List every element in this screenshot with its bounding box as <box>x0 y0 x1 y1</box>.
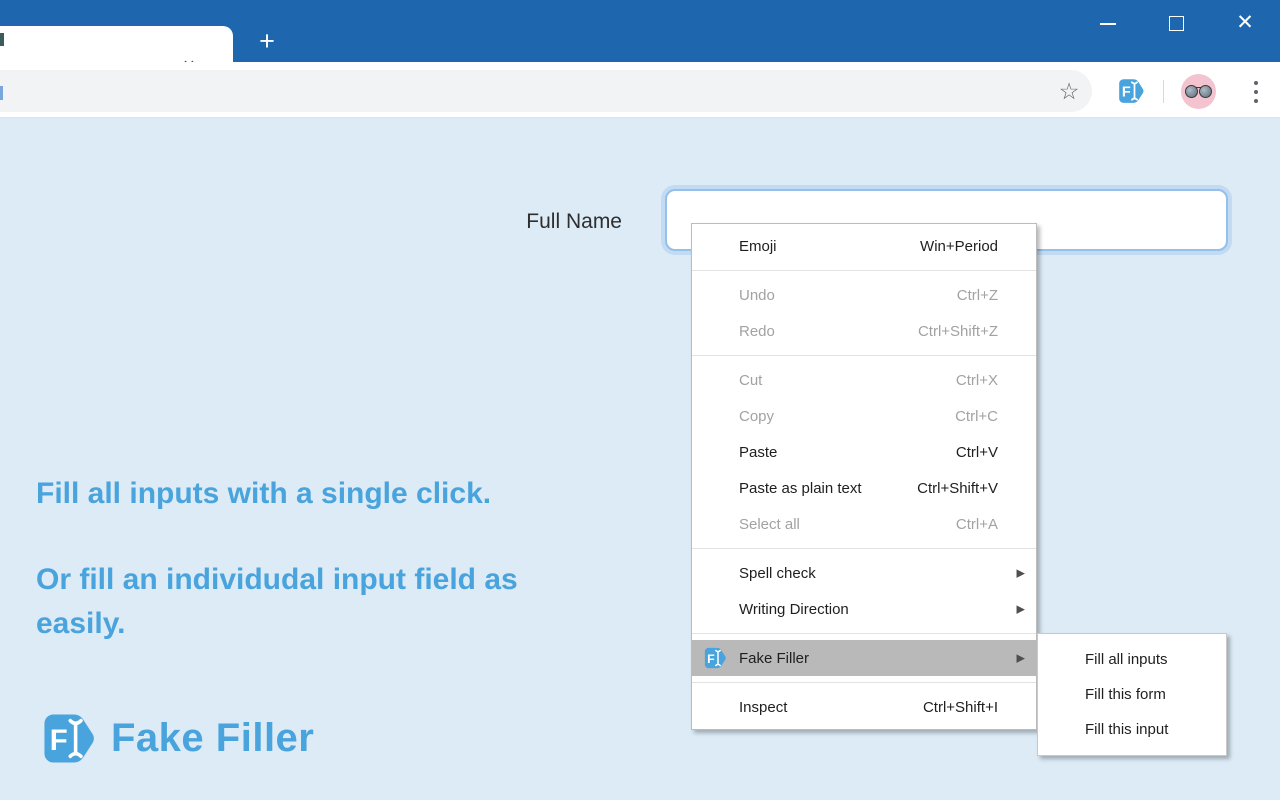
menu-item-select-all[interactable]: Select all Ctrl+A <box>692 506 1036 542</box>
submenu-arrow-icon: ▶ <box>1017 603 1025 616</box>
submenu-item-fill-all-inputs[interactable]: Fill all inputs <box>1038 642 1226 677</box>
profile-avatar[interactable] <box>1181 74 1216 109</box>
fake-filler-menu-icon: F <box>703 646 727 670</box>
context-menu: Emoji Win+Period Undo Ctrl+Z Redo Ctrl+S… <box>691 223 1037 730</box>
menu-item-emoji[interactable]: Emoji Win+Period <box>692 228 1036 264</box>
browser-toolbar: ☆ <box>0 62 1280 118</box>
menu-item-inspect[interactable]: Inspect Ctrl+Shift+I <box>692 689 1036 725</box>
fake-filler-logo-icon: F <box>40 710 97 767</box>
window-close-button[interactable]: ✕ <box>1222 0 1268 46</box>
toolbar-separator <box>1163 80 1164 103</box>
fake-filler-extension-icon[interactable]: F <box>1117 77 1145 105</box>
menu-item-copy[interactable]: Copy Ctrl+C <box>692 398 1036 434</box>
submenu-item-fill-this-input[interactable]: Fill this input <box>1038 712 1226 747</box>
page-content: Full Name Fill all inputs with a single … <box>0 118 1280 800</box>
menu-item-paste[interactable]: Paste Ctrl+V <box>692 434 1036 470</box>
menu-item-fake-filler[interactable]: F Fake Filler ▶ <box>692 640 1036 676</box>
browser-titlebar: × + ✕ <box>0 0 1280 62</box>
fake-filler-brand: F Fake Filler <box>40 710 314 767</box>
browser-tab-active[interactable]: × <box>0 26 233 62</box>
svg-text:F: F <box>707 652 715 666</box>
menu-separator <box>692 633 1036 634</box>
submenu-item-fill-this-form[interactable]: Fill this form <box>1038 677 1226 712</box>
window-maximize-button[interactable] <box>1153 0 1199 46</box>
window-minimize-button[interactable] <box>1085 0 1131 46</box>
menu-item-undo[interactable]: Undo Ctrl+Z <box>692 277 1036 313</box>
headline-secondary: Or fill an individudal input field as ea… <box>36 558 581 646</box>
fake-filler-submenu: Fill all inputs Fill this form Fill this… <box>1037 633 1227 756</box>
menu-separator <box>692 682 1036 683</box>
toolbar-edge-partial <box>0 86 3 100</box>
browser-menu-icon[interactable] <box>1242 78 1270 106</box>
menu-separator <box>692 355 1036 356</box>
menu-item-spell-check[interactable]: Spell check ▶ <box>692 555 1036 591</box>
svg-text:F: F <box>1122 85 1131 101</box>
bookmark-star-icon[interactable]: ☆ <box>1056 78 1082 104</box>
tab-favicon-partial <box>0 33 4 46</box>
svg-text:F: F <box>50 724 68 757</box>
sunglasses-icon <box>1185 85 1212 99</box>
menu-item-paste-plain-text[interactable]: Paste as plain text Ctrl+Shift+V <box>692 470 1036 506</box>
brand-name-text: Fake Filler <box>111 716 314 761</box>
address-bar[interactable]: ☆ <box>0 70 1092 112</box>
menu-separator <box>692 548 1036 549</box>
full-name-label: Full Name <box>480 210 622 234</box>
menu-separator <box>692 270 1036 271</box>
menu-item-redo[interactable]: Redo Ctrl+Shift+Z <box>692 313 1036 349</box>
submenu-arrow-icon: ▶ <box>1017 652 1025 665</box>
menu-item-writing-direction[interactable]: Writing Direction ▶ <box>692 591 1036 627</box>
new-tab-button[interactable]: + <box>251 26 283 58</box>
headline-primary: Fill all inputs with a single click. <box>36 472 596 516</box>
menu-item-cut[interactable]: Cut Ctrl+X <box>692 362 1036 398</box>
submenu-arrow-icon: ▶ <box>1017 567 1025 580</box>
